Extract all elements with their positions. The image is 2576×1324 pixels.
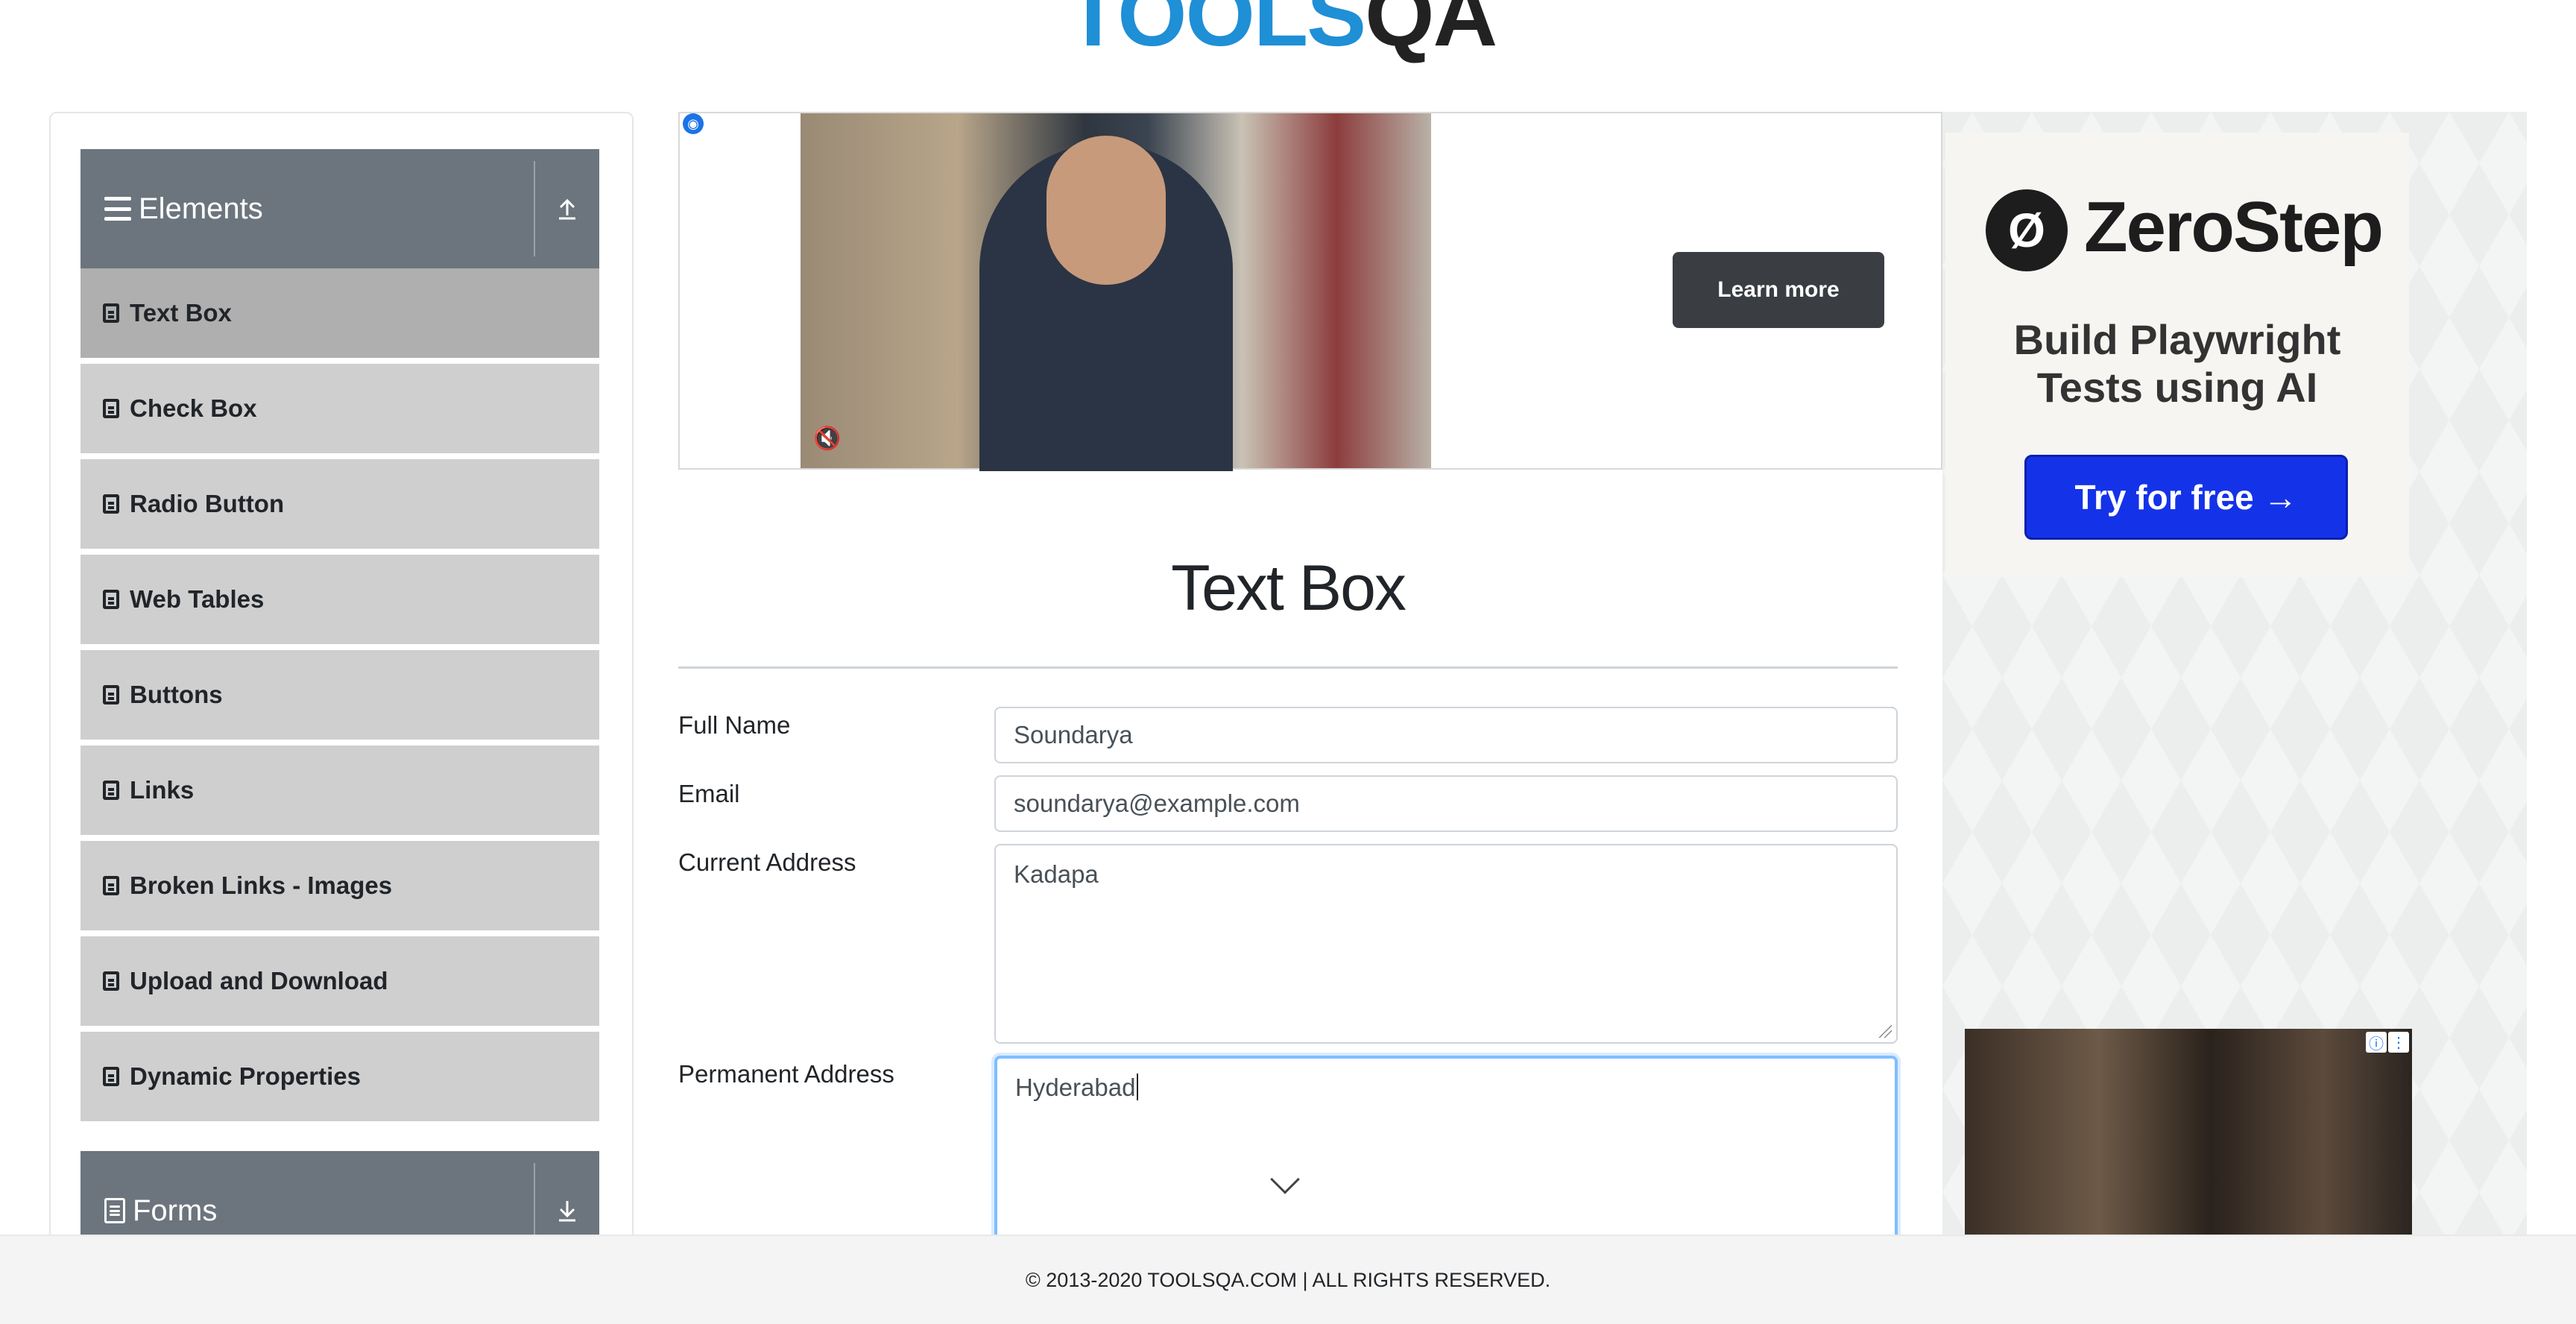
- sidebar-item-links[interactable]: Links: [80, 745, 599, 838]
- footer-copyright: © 2013-2020 TOOLSQA.COM | ALL RIGHTS RES…: [1025, 1268, 1551, 1291]
- permanent-address-value: Hyderabad: [1015, 1074, 1136, 1101]
- full-name-label: Full Name: [678, 711, 791, 739]
- toolsqa-logo[interactable]: TOOLSQA: [1066, 0, 1497, 60]
- learn-more-button[interactable]: Learn more: [1673, 252, 1884, 328]
- html5-icon: [103, 494, 119, 514]
- sidebar-item-label: Links: [130, 776, 195, 804]
- group-title-elements: Elements: [139, 192, 263, 225]
- group-title-forms: Forms: [133, 1194, 218, 1227]
- ad-info-icon[interactable]: ⓘ: [2366, 1032, 2387, 1053]
- group-header-elements[interactable]: Elements: [80, 149, 599, 268]
- sidebar-item-text-box[interactable]: Text Box: [80, 268, 599, 361]
- permanent-address-label: Permanent Address: [678, 1060, 894, 1088]
- current-address-value: Kadapa: [1014, 860, 1099, 888]
- current-address-textarea[interactable]: Kadapa: [994, 844, 1898, 1044]
- sidebar-item-label: Broken Links - Images: [130, 871, 393, 899]
- sidebar-item-label: Web Tables: [130, 585, 265, 613]
- full-name-value: Soundarya: [1014, 721, 1133, 748]
- sidebar-item-radio-button[interactable]: Radio Button: [80, 459, 599, 552]
- page-title: Text Box: [1171, 552, 1407, 624]
- text-caret: [1137, 1074, 1139, 1100]
- ad-banner[interactable]: ◉ 🔇 Learn more: [678, 112, 1942, 471]
- try-for-free-button[interactable]: Try for free →: [2024, 455, 2348, 540]
- document-icon: [104, 1198, 125, 1223]
- email-label: Email: [678, 780, 740, 807]
- page: TOOLSQA Elements Text Box Check Box Radi…: [0, 0, 2576, 1324]
- zerostep-logo-icon: Ø: [1986, 189, 2068, 271]
- html5-icon: [103, 876, 119, 895]
- html5-icon: [103, 303, 119, 323]
- email-value: soundarya@example.com: [1014, 789, 1300, 817]
- zerostep-tagline: Build Playwright Tests using AI: [1945, 316, 2409, 412]
- video-ad-image[interactable]: ⓘ ⋮: [1965, 1029, 2412, 1252]
- resize-grip-icon[interactable]: [1878, 1024, 1892, 1038]
- sidebar-item-label: Buttons: [130, 681, 223, 708]
- html5-icon: [103, 590, 119, 609]
- sidebar-item-label: Radio Button: [130, 490, 285, 517]
- email-input[interactable]: soundarya@example.com: [994, 775, 1898, 832]
- mute-icon[interactable]: 🔇: [812, 423, 842, 453]
- ad-video-image[interactable]: 🔇: [801, 113, 1431, 471]
- html5-icon: [103, 685, 119, 704]
- sidebar-item-dynamic-properties[interactable]: Dynamic Properties: [80, 1032, 599, 1124]
- sidebar-item-broken-links-images[interactable]: Broken Links - Images: [80, 841, 599, 933]
- sidebar-item-label: Check Box: [130, 394, 257, 422]
- sidebar-item-label: Dynamic Properties: [130, 1062, 361, 1090]
- collapse-up-icon[interactable]: [535, 149, 599, 268]
- hamburger-icon: [104, 197, 131, 221]
- sidebar-item-check-box[interactable]: Check Box: [80, 364, 599, 456]
- permanent-address-textarea[interactable]: Hyderabad: [994, 1056, 1898, 1249]
- ad-person-face: [1046, 136, 1166, 285]
- zerostep-brand-name: ZeroStep: [2084, 187, 2384, 267]
- html5-icon: [103, 399, 119, 418]
- logo-qa-text: QA: [1365, 0, 1497, 65]
- zerostep-tagline-line1: Build Playwright: [2013, 316, 2341, 363]
- html5-icon: [103, 1067, 119, 1086]
- sidebar-item-label: Text Box: [130, 299, 232, 327]
- sidebar-item-label: Upload and Download: [130, 967, 388, 994]
- ad-choices-icon[interactable]: ◉: [683, 113, 704, 134]
- full-name-input[interactable]: Soundarya: [994, 707, 1898, 763]
- html5-icon: [103, 781, 119, 800]
- sidebar-item-web-tables[interactable]: Web Tables: [80, 555, 599, 647]
- current-address-label: Current Address: [678, 848, 856, 876]
- title-divider: [678, 666, 1898, 669]
- ad-menu-icon[interactable]: ⋮: [2388, 1032, 2409, 1053]
- sidebar-item-buttons[interactable]: Buttons: [80, 650, 599, 743]
- footer: © 2013-2020 TOOLSQA.COM | ALL RIGHTS RES…: [0, 1235, 2576, 1324]
- html5-icon: [103, 971, 119, 991]
- sidebar-item-upload-and-download[interactable]: Upload and Download: [80, 936, 599, 1029]
- logo-tools-text: TOOLS: [1066, 0, 1366, 65]
- zerostep-tagline-line2: Tests using AI: [2036, 364, 2318, 411]
